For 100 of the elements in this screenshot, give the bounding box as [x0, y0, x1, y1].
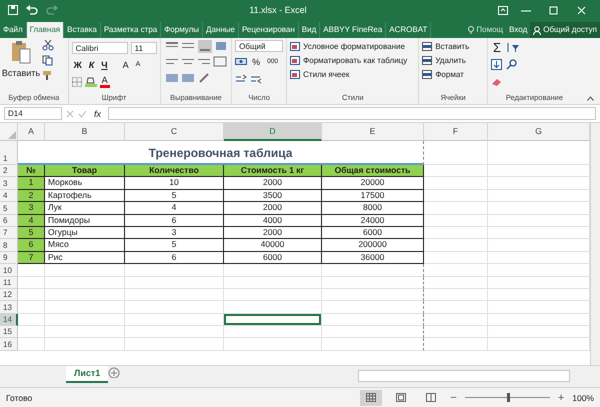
table-cell: 20000	[322, 177, 424, 190]
row-header[interactable]: 12	[0, 288, 18, 302]
table-cell: 3500	[224, 190, 322, 202]
fill-down-icon[interactable]	[490, 59, 503, 70]
scissors-icon[interactable]	[42, 40, 54, 51]
grow-font-button[interactable]: A	[120, 58, 131, 70]
cells-table-icon	[422, 42, 434, 52]
add-sheet-icon[interactable]	[108, 366, 120, 378]
row-header[interactable]: 7	[0, 226, 18, 240]
row-header[interactable]: 9	[0, 252, 18, 264]
row-header[interactable]: 15	[0, 326, 18, 338]
ribbon-tab[interactable]: Главная	[26, 22, 64, 38]
select-all-corner[interactable]	[0, 123, 18, 141]
row-header[interactable]: 16	[0, 338, 18, 351]
sign-in-link[interactable]: Вход	[506, 22, 530, 38]
number-format-field[interactable]: Общий	[235, 40, 284, 52]
copy-icon[interactable]	[42, 55, 54, 66]
save-icon[interactable]	[8, 5, 18, 15]
cancel-icon[interactable]	[66, 110, 74, 118]
column-header[interactable]: G	[488, 123, 590, 141]
sheet-tab[interactable]: Лист1	[66, 366, 108, 383]
undo-icon[interactable]	[26, 5, 38, 15]
cells-menu-button[interactable]: Удалить	[422, 54, 470, 67]
row-header[interactable]: 5	[0, 202, 18, 215]
grid-cell[interactable]	[322, 314, 424, 326]
row-header[interactable]: 2	[0, 165, 18, 178]
percent-button[interactable]: %	[250, 56, 262, 68]
currency-icon[interactable]	[235, 56, 248, 66]
row-header[interactable]: 4	[0, 190, 18, 202]
table-cell: 4	[125, 202, 224, 215]
font-name-field[interactable]: Calibri	[72, 42, 128, 54]
grid-cell[interactable]	[322, 276, 424, 289]
grid-cell[interactable]	[322, 338, 424, 351]
row-header[interactable]: 14	[0, 314, 18, 326]
borders-icon[interactable]	[72, 76, 82, 86]
zoom-in-button[interactable]: +	[558, 392, 564, 404]
grid-cell[interactable]	[322, 301, 424, 314]
header-cell: Стоимость 1 кг	[224, 165, 322, 178]
underline-button[interactable]: Ч	[99, 58, 110, 70]
zoom-thumb[interactable]	[507, 393, 510, 402]
eraser-icon[interactable]	[490, 76, 503, 86]
font-color-button[interactable]: A	[100, 75, 110, 88]
autosum-button[interactable]: Σ	[490, 42, 503, 54]
grid-cell[interactable]	[322, 288, 424, 302]
font-size-field[interactable]: 11	[130, 42, 157, 54]
corner-triangle-icon[interactable]	[8, 131, 16, 139]
table-style-icon	[290, 42, 302, 52]
row-header[interactable]: 13	[0, 301, 18, 314]
column-header[interactable]: C	[125, 123, 224, 141]
ribbon-display-icon[interactable]	[498, 6, 508, 14]
row-header[interactable]: 11	[0, 276, 18, 289]
selected-cell[interactable]	[224, 314, 322, 326]
brush-icon[interactable]	[42, 70, 54, 81]
table-cell: 10	[125, 177, 224, 190]
column-header[interactable]: D	[224, 123, 322, 141]
styles-menu-button[interactable]: Условное форматирование	[290, 40, 408, 53]
row-header[interactable]: 6	[0, 214, 18, 227]
enter-icon[interactable]	[78, 110, 87, 118]
table-cell: 6000	[322, 226, 424, 240]
grid-cell[interactable]	[322, 264, 424, 277]
increase-decimal-icon[interactable]	[235, 74, 248, 84]
formula-input[interactable]	[108, 107, 596, 120]
sort-filter-icon[interactable]	[506, 42, 520, 53]
column-header[interactable]: E	[322, 123, 424, 141]
search-icon[interactable]	[506, 59, 518, 70]
paste-button[interactable]: Вставить	[0, 67, 42, 79]
collapse-ribbon-icon[interactable]	[587, 96, 594, 101]
grid-cell[interactable]	[322, 326, 424, 338]
horizontal-scrollbar[interactable]	[358, 370, 570, 382]
cells-menu-button[interactable]: Вставить	[422, 40, 470, 53]
table-cell: Морковь	[45, 177, 125, 190]
table-cell: 3	[18, 202, 45, 215]
fill-color-icon[interactable]	[84, 76, 97, 87]
window-title: 11.xlsx - Excel	[248, 5, 308, 15]
insert-function-button[interactable]: fx	[91, 108, 104, 118]
share-button[interactable]: Общий доступ	[530, 22, 600, 38]
bold-button[interactable]: Ж	[72, 58, 84, 70]
row-header[interactable]: 10	[0, 264, 18, 277]
user-icon	[533, 26, 542, 34]
view-button[interactable]	[360, 390, 382, 406]
header-cell: Общая стоимость	[322, 165, 424, 178]
decrease-decimal-icon[interactable]	[250, 74, 262, 84]
column-header[interactable]: A	[18, 123, 45, 141]
redo-icon[interactable]	[46, 5, 58, 15]
row-header[interactable]: 1	[0, 141, 18, 165]
name-box[interactable]: D14	[4, 107, 62, 120]
zoom-level[interactable]: 100%	[572, 392, 594, 402]
row-header[interactable]: 8	[0, 239, 18, 252]
vertical-scrollbar[interactable]	[590, 123, 600, 365]
styles-menu-button[interactable]: Форматировать как таблицу	[290, 54, 408, 67]
clipboard-icon[interactable]	[11, 40, 31, 64]
row-header[interactable]: 3	[0, 177, 18, 190]
help-search[interactable]: Помощ	[465, 22, 506, 38]
styles-menu-button[interactable]: Стили ячеек	[290, 68, 408, 81]
italic-button[interactable]: К	[86, 58, 96, 70]
table-style-icon	[290, 70, 302, 80]
cells-menu-button[interactable]: Формат	[422, 68, 470, 81]
zoom-out-button[interactable]: −	[450, 392, 457, 404]
column-header[interactable]: B	[45, 123, 125, 141]
column-header[interactable]: F	[424, 123, 488, 141]
